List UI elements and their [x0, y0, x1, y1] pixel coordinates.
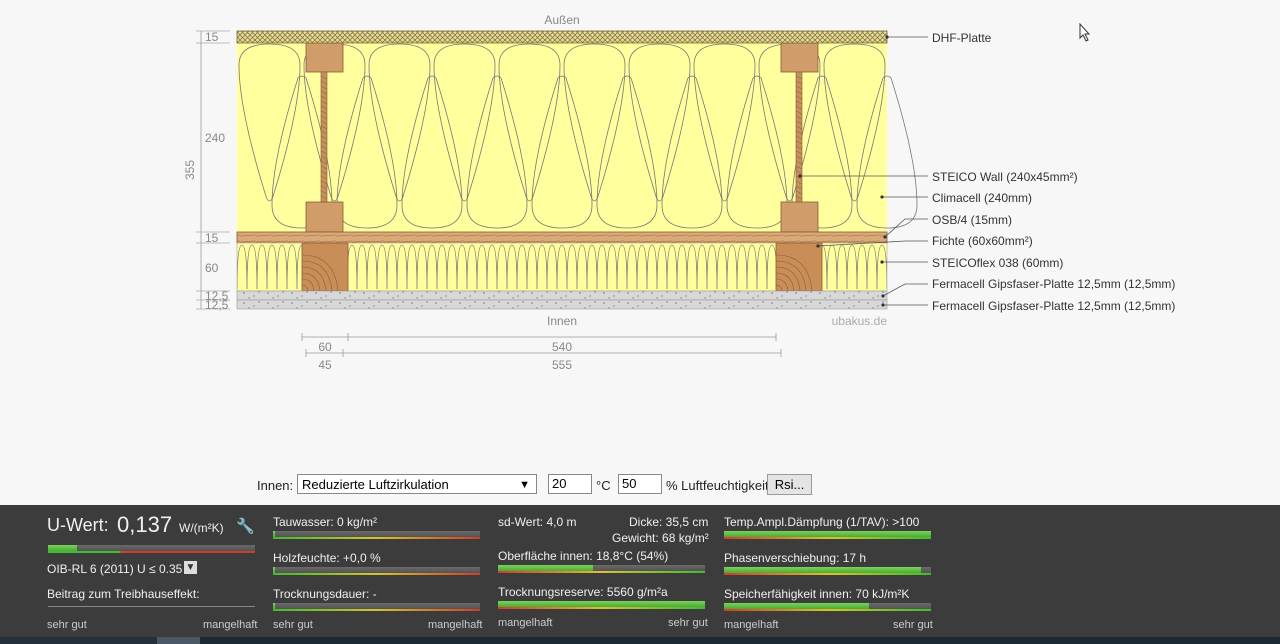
heat-storage-bar: [724, 603, 931, 611]
gypsum-board-2: [236, 299, 888, 310]
osb-board: [236, 231, 888, 244]
scale-good-1: sehr gut: [47, 619, 87, 631]
leader-dot: [881, 294, 885, 298]
layer-label: DHF-Platte: [932, 31, 992, 45]
trocknungsdauer-label: Trocknungsdauer: -: [273, 587, 377, 601]
leader-dot: [816, 244, 820, 248]
standard-dropdown-icon[interactable]: ▼: [184, 561, 197, 574]
wrench-icon[interactable]: 🔧: [236, 517, 255, 535]
scale-good-2: sehr gut: [273, 619, 313, 631]
gypsum-board-1: [236, 290, 888, 301]
steico-joist-top-flange: [780, 42, 819, 73]
steico-joist-top-flange: [305, 42, 344, 73]
wall-construction-diagram: 15240156012,512,535560 54045 555 DHF-Platt…: [183, 13, 1175, 372]
steico-joist-bottom-flange: [780, 201, 819, 233]
chevron-down-icon: ▼: [519, 479, 530, 491]
climate-select-value: Reduzierte Luftzirkulation: [302, 477, 449, 492]
layer-label: STEICO Wall (240x45mm²): [932, 170, 1078, 184]
batten-dimension-label: 60: [318, 340, 332, 354]
batten-dimension-label: 540: [552, 340, 572, 354]
thickness-label: Dicke: 35,5 cm: [629, 515, 709, 529]
scale-bad-3: mangelhaft: [498, 617, 553, 629]
heat-storage-label: Speicherfähigkeit innen: 70 kJ/m²K: [724, 587, 910, 601]
leader-dot: [798, 174, 802, 178]
phase-shift-bar: [724, 567, 931, 575]
holzfeuchte-label: Holzfeuchte: +0,0 %: [273, 551, 381, 565]
scale-bad-4: mangelhaft: [724, 619, 779, 631]
surface-temp-bar: [498, 565, 705, 573]
humidity-input[interactable]: 50: [618, 474, 662, 494]
layer-thickness-label: 15: [205, 231, 219, 245]
scale-good-3: sehr gut: [668, 617, 708, 629]
layer-label: STEICOflex 038 (60mm): [932, 256, 1063, 270]
uvalue-label: U-Wert:: [47, 515, 109, 535]
greenhouse-label: Beitrag zum Treibhauseffekt:: [47, 587, 200, 601]
uvalue: 0,137: [117, 512, 173, 537]
cursor-icon: [1079, 22, 1091, 42]
uvalue-bar: [48, 545, 255, 553]
standard-label: OIB-RL 6 (2011) U ≤ 0.35: [47, 562, 183, 576]
holzfeuchte-bar: [273, 567, 480, 575]
layer-thickness-label: 240: [205, 131, 225, 145]
layer-label: OSB/4 (15mm): [932, 213, 1012, 227]
steico-joist-bottom-flange: [305, 201, 344, 233]
scale-bad-1: mangelhaft: [203, 619, 258, 631]
uvalue-unit: W/(m²K): [179, 521, 224, 535]
inside-climate-label: Innen:: [257, 478, 294, 493]
temp-damping-bar: [724, 531, 931, 539]
batten-dimension-label: 555: [552, 358, 572, 372]
scale-good-4: sehr gut: [893, 619, 933, 631]
total-thickness-label: 355: [183, 160, 197, 180]
leader-dot: [885, 35, 889, 39]
weight-label: Gewicht: 68 kg/m²: [612, 531, 709, 545]
layer-label: Climacell (240mm): [932, 191, 1032, 205]
watermark: ubakus.de: [832, 314, 888, 328]
results-panel: U-Wert: 0,137 W/(m²K) 🔧 OIB-RL 6 (2011) …: [0, 505, 1280, 637]
leader-dot: [880, 195, 884, 199]
layer-label: Fermacell Gipsfaser-Platte 12,5mm (12,5m…: [932, 299, 1175, 313]
batten-dimension-label: 45: [318, 358, 332, 372]
leader-dot: [881, 303, 885, 307]
leader-line: [882, 283, 928, 297]
temperature-input[interactable]: 20: [548, 474, 592, 494]
drying-reserve-label: Trocknungsreserve: 5560 g/m²a: [498, 585, 668, 599]
humidity-unit: % Luftfeuchtigkeit: [666, 478, 769, 493]
climate-select[interactable]: Reduzierte Luftzirkulation ▼: [297, 474, 537, 494]
phase-shift-label: Phasenverschiebung: 17 h: [724, 551, 867, 565]
temperature-unit: °C: [596, 478, 611, 493]
tauwasser-bar: [273, 531, 480, 539]
surface-temp-label: Oberfläche innen: 18,8°C (54%): [498, 549, 669, 563]
rsi-button[interactable]: Rsi...: [767, 474, 812, 495]
leader-dot: [883, 235, 887, 239]
trocknungsdauer-bar: [273, 603, 480, 611]
leader-dot: [880, 260, 884, 264]
dhf-board: [236, 30, 888, 44]
layer-label: Fermacell Gipsfaser-Platte 12,5mm (12,5m…: [932, 277, 1175, 291]
inside-label: Innen: [547, 314, 577, 328]
temp-damping-label: Temp.Ampl.Dämpfung (1/TAV): >100: [724, 515, 920, 529]
outside-label: Außen: [544, 13, 579, 27]
layer-thickness-label: 15: [205, 30, 219, 44]
sd-value-label: sd-Wert: 4,0 m: [498, 515, 577, 529]
layer-thickness-label: 12,5: [205, 298, 229, 312]
scale-bad-2: mangelhaft: [428, 619, 483, 631]
taskbar: [0, 637, 1280, 644]
drying-reserve-bar: [498, 601, 705, 609]
layer-label: Fichte (60x60mm²): [932, 234, 1033, 248]
tauwasser-label: Tauwasser: 0 kg/m²: [273, 515, 378, 529]
layer-thickness-label: 60: [205, 261, 219, 275]
